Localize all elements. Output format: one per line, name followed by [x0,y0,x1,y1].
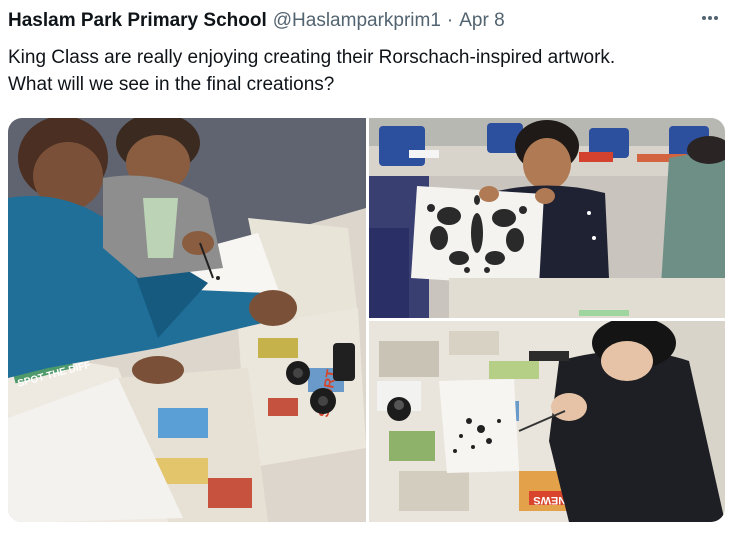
media-grid: SPOT THE DIFF SPORT [8,118,725,522]
more-icon[interactable] [696,4,724,32]
photo-3[interactable]: QUICK NEWS [369,321,725,522]
tweet-text-line-1: King Class are really enjoying creating … [8,47,616,68]
separator: · [446,10,454,31]
tweet-text: King Class are really enjoying creating … [8,44,728,98]
author-handle[interactable]: @Haslamparkprim1 [273,10,441,32]
photo-2[interactable] [369,118,725,318]
tweet-text-line-2: What will we see in the final creations? [8,74,335,95]
photo-1[interactable]: SPOT THE DIFF SPORT [8,118,366,522]
tweet-date[interactable]: Apr 8 [459,10,504,32]
tweet-header: Haslam Park Primary School @Haslamparkpr… [8,8,730,34]
author-name[interactable]: Haslam Park Primary School [8,10,267,32]
